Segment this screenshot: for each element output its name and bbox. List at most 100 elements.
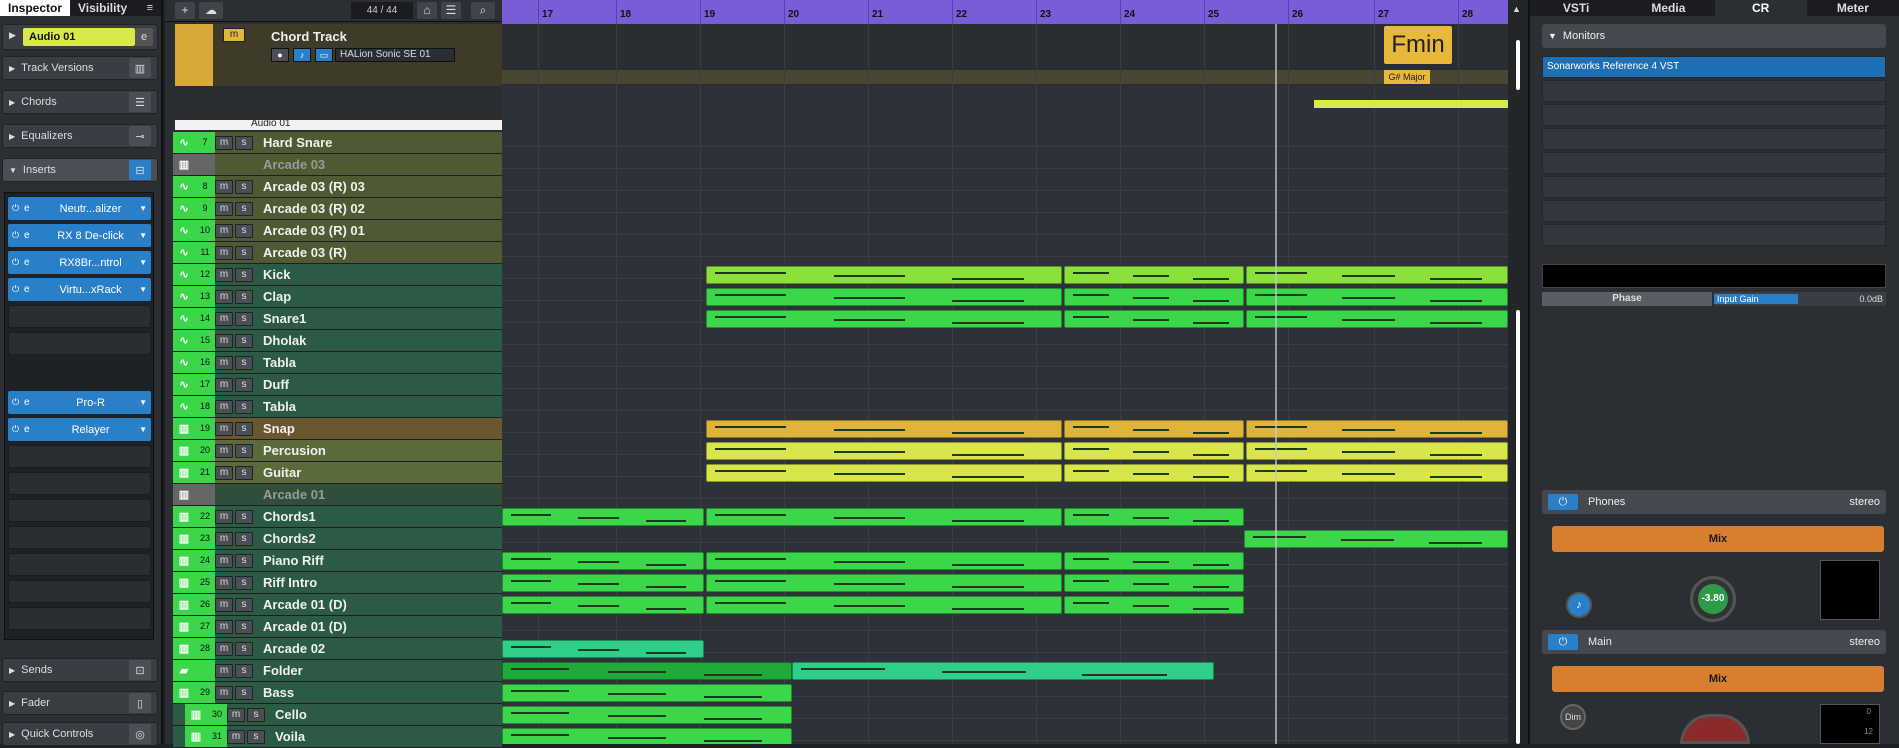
clap-event[interactable]: [1246, 288, 1508, 306]
mute-button[interactable]: m: [215, 531, 233, 546]
solo-button[interactable]: s: [235, 333, 253, 348]
input-gain-slider[interactable]: Input Gain 0.0dB: [1714, 292, 1886, 306]
track-row[interactable]: ∿ 10 m s Arcade 03 (R) 01: [173, 220, 502, 242]
solo-button[interactable]: s: [235, 685, 253, 700]
scale-event[interactable]: G# Major: [1384, 70, 1430, 84]
track-row[interactable]: ∿ 8 m s Arcade 03 (R) 03: [173, 176, 502, 198]
tab-inspector[interactable]: Inspector: [0, 0, 71, 16]
solo-button[interactable]: s: [235, 465, 253, 480]
edit-icon[interactable]: e: [24, 257, 42, 268]
insert-slot-6[interactable]: [8, 332, 151, 355]
track-row[interactable]: ▥ 21 m s Guitar: [173, 462, 502, 484]
inspector-track-name[interactable]: ▶ Audio 01 e: [2, 24, 158, 50]
chords1-event[interactable]: [1064, 508, 1244, 526]
riff-intro-event[interactable]: [502, 574, 704, 592]
mute-button[interactable]: m: [215, 179, 233, 194]
arcade02-event[interactable]: [502, 640, 704, 658]
mute-button[interactable]: m: [223, 28, 245, 42]
monitor-insert-3[interactable]: [1542, 104, 1886, 126]
edit-icon[interactable]: e: [24, 203, 42, 214]
folder-event[interactable]: [792, 662, 1214, 680]
track-row[interactable]: ▥ 26 m s Arcade 01 (D): [173, 594, 502, 616]
phase-button[interactable]: Phase: [1542, 292, 1712, 306]
section-chords[interactable]: ▶ Chords ☰: [2, 90, 158, 114]
arcade01-event[interactable]: [1064, 596, 1244, 614]
snare-event[interactable]: [1246, 310, 1508, 328]
instrument-icon[interactable]: ▭: [315, 48, 333, 62]
event-display[interactable]: Fmin G# Major: [502, 24, 1508, 744]
track-row[interactable]: ∿ 7 m s Hard Snare: [173, 132, 502, 154]
insert-slot-9[interactable]: [8, 445, 151, 468]
mute-button[interactable]: m: [215, 377, 233, 392]
riff-intro-event[interactable]: [706, 574, 1062, 592]
snap-event[interactable]: [706, 420, 1062, 438]
phones-level-knob[interactable]: -3.80: [1690, 576, 1736, 622]
power-icon[interactable]: ⏻: [12, 257, 24, 268]
track-row[interactable]: ∿ 9 m s Arcade 03 (R) 02: [173, 198, 502, 220]
insert-slot-12[interactable]: [8, 526, 151, 549]
clap-event[interactable]: [1064, 288, 1244, 306]
dropdown-icon[interactable]: ▼: [139, 258, 147, 267]
monitor-insert-8[interactable]: [1542, 224, 1886, 246]
monitor-insert-2[interactable]: [1542, 80, 1886, 102]
solo-button[interactable]: s: [235, 443, 253, 458]
piano-riff-event[interactable]: [502, 552, 704, 570]
quick-controls-icon[interactable]: ◎: [129, 724, 151, 744]
dim-button[interactable]: Dim: [1560, 704, 1586, 730]
clap-event[interactable]: [706, 288, 1062, 306]
add-track-button[interactable]: +: [175, 2, 195, 19]
insert-slot-15[interactable]: [8, 607, 151, 630]
insert-slot-11[interactable]: [8, 499, 151, 522]
edit-icon[interactable]: e: [24, 284, 42, 295]
solo-button[interactable]: s: [235, 421, 253, 436]
snap-event[interactable]: [1246, 420, 1508, 438]
section-sends[interactable]: ▶ Sends ⊡: [2, 658, 158, 682]
mute-button[interactable]: m: [215, 509, 233, 524]
insert-slot-4[interactable]: ⏻ e Virtu...xRack ▼: [8, 278, 151, 301]
mute-button[interactable]: m: [215, 355, 233, 370]
power-icon[interactable]: ⏻: [12, 230, 24, 241]
track-row[interactable]: ▰ m s Folder: [173, 660, 502, 682]
edit-icon[interactable]: e: [24, 230, 42, 241]
track-row[interactable]: ▥ Arcade 03: [173, 154, 502, 176]
power-icon[interactable]: ⏻: [1548, 634, 1578, 650]
edit-icon[interactable]: e: [24, 397, 42, 408]
bass-event[interactable]: [502, 684, 792, 702]
section-fader[interactable]: ▶ Fader ▯: [2, 691, 158, 715]
section-equalizers[interactable]: ▶ Equalizers ⊸: [2, 124, 158, 148]
insert-slot-8[interactable]: ⏻ e Relayer ▼: [8, 418, 151, 441]
track-row[interactable]: ▥ Arcade 01: [173, 484, 502, 506]
versions-icon[interactable]: ▥: [129, 58, 151, 78]
track-row[interactable]: ▥ 24 m s Piano Riff: [173, 550, 502, 572]
record-button[interactable]: ●: [271, 48, 289, 62]
chords1-event[interactable]: [502, 508, 704, 526]
insert-slot-3[interactable]: ⏻ e RX8Br...ntrol ▼: [8, 251, 151, 274]
solo-button[interactable]: s: [235, 245, 253, 260]
mute-button[interactable]: m: [215, 245, 233, 260]
track-row[interactable]: ∿ 13 m s Clap: [173, 286, 502, 308]
track-row[interactable]: ▥ 23 m s Chords2: [173, 528, 502, 550]
voila-event[interactable]: [502, 728, 792, 744]
power-icon[interactable]: ⏻: [12, 203, 24, 214]
edit-icon[interactable]: e: [135, 28, 153, 46]
section-quick-controls[interactable]: ▶ Quick Controls ◎: [2, 722, 158, 746]
main-mix-button[interactable]: Mix: [1552, 666, 1884, 692]
track-row[interactable]: ∿ 17 m s Duff: [173, 374, 502, 396]
kick-event[interactable]: [1064, 266, 1244, 284]
track-row[interactable]: ▥ 30 m s Cello: [173, 704, 502, 726]
power-icon[interactable]: ⏻: [12, 397, 24, 408]
dropdown-icon[interactable]: ▼: [139, 398, 147, 407]
mute-button[interactable]: m: [215, 201, 233, 216]
home-icon[interactable]: ⌂: [417, 2, 437, 19]
phones-listen-icon[interactable]: ♪: [1566, 592, 1592, 618]
snap-event[interactable]: [1064, 420, 1244, 438]
chords1-event[interactable]: [706, 508, 1062, 526]
insert-slot-7[interactable]: ⏻ e Pro-R ▼: [8, 391, 151, 414]
piano-riff-event[interactable]: [1064, 552, 1244, 570]
track-name-field[interactable]: Audio 01: [23, 28, 135, 46]
percusion-event[interactable]: [706, 442, 1062, 460]
sends-icon[interactable]: ⊡: [129, 660, 151, 680]
mute-button[interactable]: m: [215, 399, 233, 414]
percusion-event[interactable]: [1246, 442, 1508, 460]
dropdown-icon[interactable]: ▼: [139, 204, 147, 213]
